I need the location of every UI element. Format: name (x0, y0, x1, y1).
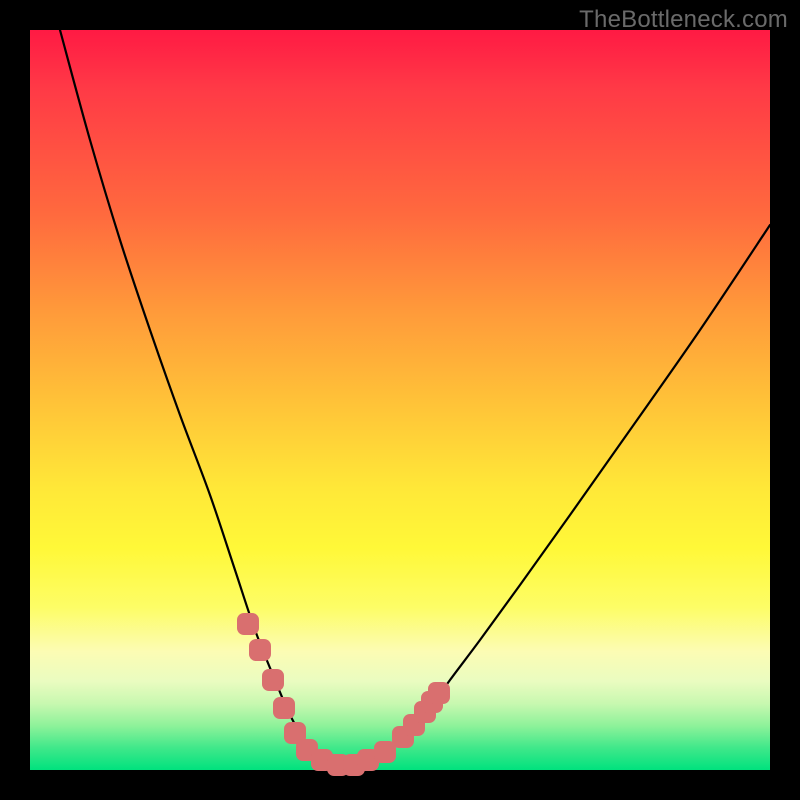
highlight-marker (237, 613, 259, 635)
highlight-marker (374, 741, 396, 763)
highlight-marker (262, 669, 284, 691)
highlight-marker (249, 639, 271, 661)
bottleneck-curve-line (60, 30, 770, 765)
highlight-markers (237, 613, 450, 776)
highlight-marker (428, 682, 450, 704)
bottleneck-chart (30, 30, 770, 770)
highlight-marker (273, 697, 295, 719)
